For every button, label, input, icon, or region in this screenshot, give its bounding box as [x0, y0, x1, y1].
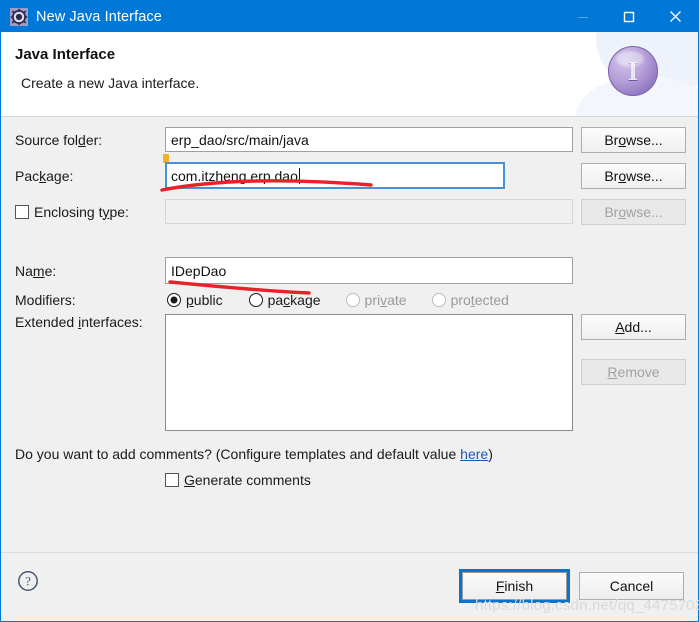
- window-title: New Java Interface: [36, 8, 162, 25]
- enclosing-type-row: Enclosing type: Browse...: [1, 198, 698, 225]
- remove-interface-button: Remove: [581, 359, 686, 385]
- source-folder-label: Source folder:: [15, 131, 103, 148]
- radio-public-indicator: [167, 293, 181, 307]
- source-folder-row: Source folder: erp_dao/src/main/java Bro…: [1, 126, 698, 153]
- source-folder-input[interactable]: erp_dao/src/main/java: [165, 127, 573, 152]
- page-title: Java Interface: [15, 46, 116, 63]
- finish-button[interactable]: Finish: [459, 569, 570, 603]
- window-controls: [560, 1, 698, 32]
- page-subtitle: Create a new Java interface.: [21, 75, 200, 91]
- svg-text:?: ?: [25, 574, 31, 589]
- finish-label: Finish: [495, 578, 534, 594]
- modifiers-row: Modifiers: public package private protec…: [1, 289, 698, 311]
- header-artwork: I: [576, 32, 698, 116]
- package-value: com.itzheng.erp.dao: [171, 167, 298, 184]
- extended-interfaces-label: Extended interfaces:: [15, 314, 143, 330]
- help-icon[interactable]: ?: [17, 570, 39, 592]
- radio-public-label: public: [186, 292, 223, 308]
- extended-interfaces-row: Extended interfaces: Add... Remove: [1, 314, 698, 444]
- radio-protected: protected: [431, 292, 509, 308]
- comments-question-suffix: ): [488, 446, 493, 462]
- extended-interfaces-listbox[interactable]: [165, 314, 573, 431]
- cancel-button[interactable]: Cancel: [579, 572, 684, 600]
- close-button[interactable]: [652, 1, 698, 32]
- radio-package-label: package: [267, 292, 321, 308]
- source-folder-browse-button[interactable]: Browse...: [581, 126, 686, 153]
- package-input[interactable]: com.itzheng.erp.dao: [165, 162, 505, 189]
- comments-question-prefix: Do you want to add comments? (Configure …: [15, 446, 461, 462]
- radio-public[interactable]: public: [167, 292, 223, 308]
- watermark: https://blog.csdn.net/qq_44757034: [475, 597, 699, 614]
- modifiers-radio-group: public package private protected: [167, 292, 509, 308]
- radio-protected-label: protected: [450, 292, 509, 308]
- radio-package[interactable]: package: [248, 292, 321, 308]
- remove-interface-label: Remove: [607, 364, 660, 380]
- add-interface-label: Add...: [615, 319, 652, 335]
- radio-private-indicator: [345, 293, 360, 307]
- dialog-header: Java Interface Create a new Java interfa…: [1, 32, 698, 117]
- java-interface-icon: I: [608, 46, 658, 96]
- package-browse-label: Browse...: [604, 167, 663, 184]
- package-browse-button[interactable]: Browse...: [581, 162, 686, 189]
- package-row: Package: com.itzheng.erp.dao Browse...: [1, 154, 698, 189]
- maximize-button[interactable]: [606, 1, 652, 32]
- title-bar: New Java Interface: [1, 1, 698, 32]
- modifiers-label: Modifiers:: [15, 292, 76, 308]
- enclosing-type-checkbox[interactable]: [15, 204, 29, 219]
- package-label: Package:: [15, 167, 74, 184]
- minimize-button[interactable]: [560, 1, 606, 32]
- new-java-interface-dialog: New Java Interface Java Interface Create…: [0, 0, 699, 622]
- name-value: IDepDao: [171, 262, 227, 279]
- comments-question-row: Do you want to add comments? (Configure …: [1, 444, 698, 464]
- name-row: Name: IDepDao: [1, 257, 698, 284]
- radio-private: private: [345, 292, 407, 308]
- generate-comments-checkbox[interactable]: [165, 473, 179, 487]
- enclosing-type-input: [165, 199, 573, 224]
- radio-protected-indicator: [431, 293, 446, 307]
- generate-comments-label: Generate comments: [184, 472, 311, 488]
- enclosing-type-browse-label: Browse...: [604, 203, 663, 220]
- dialog-body: Source folder: erp_dao/src/main/java Bro…: [1, 117, 698, 552]
- text-caret: [298, 167, 300, 184]
- radio-private-label: private: [364, 292, 407, 308]
- enclosing-type-label: Enclosing type:: [34, 203, 129, 220]
- source-folder-value: erp_dao/src/main/java: [171, 131, 309, 148]
- generate-comments-row: Generate comments: [1, 470, 698, 490]
- source-folder-browse-label: Browse...: [604, 131, 663, 148]
- add-interface-button[interactable]: Add...: [581, 314, 686, 340]
- radio-package-indicator: [248, 293, 263, 307]
- enclosing-type-browse-button: Browse...: [581, 198, 686, 225]
- configure-templates-link[interactable]: here: [460, 446, 488, 462]
- name-input[interactable]: IDepDao: [165, 257, 573, 284]
- cancel-label: Cancel: [609, 578, 654, 594]
- eclipse-gear-icon: [10, 7, 28, 26]
- comments-question: Do you want to add comments? (Configure …: [15, 446, 493, 462]
- name-label: Name:: [15, 262, 57, 279]
